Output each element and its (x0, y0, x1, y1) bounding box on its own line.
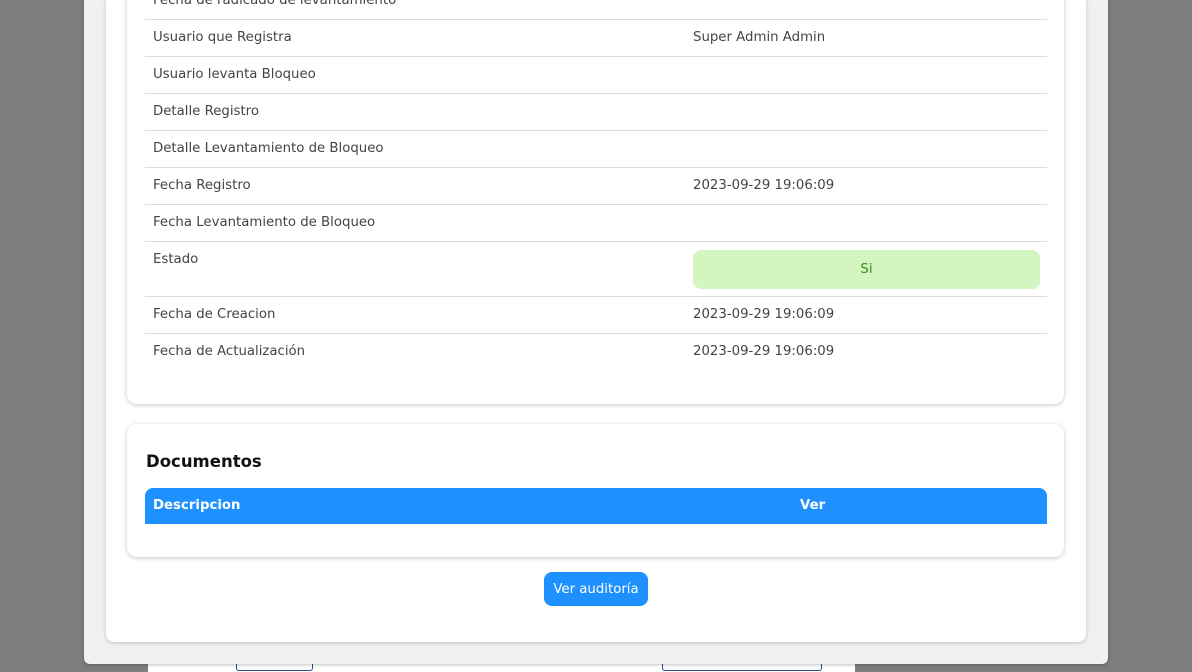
status-badge: Si (693, 250, 1040, 289)
detail-value: Super Admin Admin (693, 30, 826, 45)
detail-label: Usuario levanta Bloqueo (153, 67, 316, 82)
detail-label: Fecha de radicado de levantamiento (153, 0, 397, 8)
detail-label: Detalle Levantamiento de Bloqueo (153, 141, 384, 156)
detail-row: Fecha de Creacion 2023-09-29 19:06:09 (145, 297, 1047, 334)
documents-title: Documentos (146, 452, 262, 471)
detail-label: Fecha de Creacion (153, 307, 276, 322)
view-audit-button[interactable]: Ver auditoría (544, 572, 648, 606)
documents-table-header: Descripcion Ver (145, 488, 1047, 524)
column-header-ver: Ver (800, 498, 826, 513)
detail-label: Usuario que Registra (153, 30, 292, 45)
detail-label: Estado (153, 252, 199, 267)
detail-label: Fecha Registro (153, 178, 251, 193)
detail-value: 2023-09-29 19:06:09 (693, 307, 835, 322)
detail-label: Detalle Registro (153, 104, 259, 119)
detail-row: Usuario que Registra Super Admin Admin (145, 20, 1047, 57)
detail-row: Fecha de radicado de levantamiento (145, 0, 1047, 20)
background-button-left (236, 664, 313, 671)
detail-row: Fecha Levantamiento de Bloqueo (145, 205, 1047, 242)
detail-row: Usuario levanta Bloqueo (145, 57, 1047, 94)
detail-value: 2023-09-29 19:06:09 (693, 344, 835, 359)
detail-row: Fecha de Actualización 2023-09-29 19:06:… (145, 334, 1047, 370)
column-header-descripcion: Descripcion (153, 498, 241, 513)
detail-value: 2023-09-29 19:06:09 (693, 178, 835, 193)
detail-label: Fecha de Actualización (153, 344, 306, 359)
detail-row-status: Estado Si (145, 242, 1047, 297)
detail-row: Detalle Registro (145, 94, 1047, 131)
detail-row: Fecha Registro 2023-09-29 19:06:09 (145, 168, 1047, 205)
detail-label: Fecha Levantamiento de Bloqueo (153, 215, 376, 230)
detail-row: Detalle Levantamiento de Bloqueo (145, 131, 1047, 168)
background-button-right (662, 664, 822, 671)
